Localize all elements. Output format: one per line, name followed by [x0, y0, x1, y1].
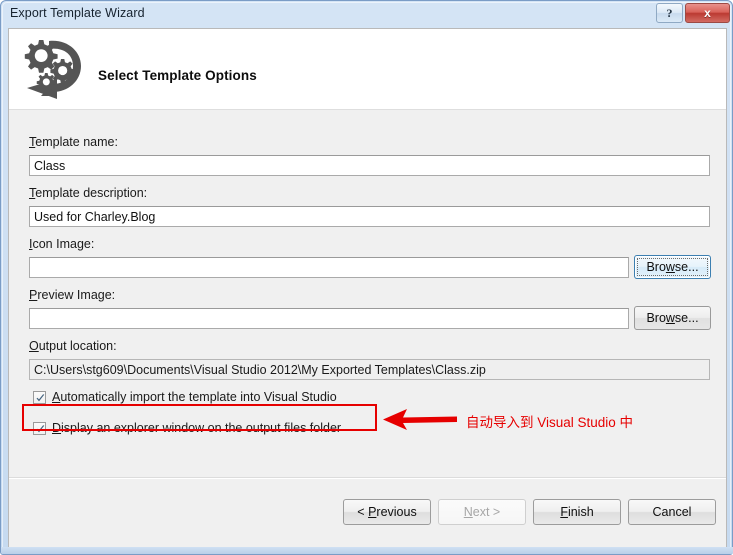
auto-import-checkbox[interactable] [33, 390, 46, 404]
template-name-input[interactable] [29, 155, 710, 176]
help-button[interactable]: ? [656, 3, 683, 23]
window-bottom-edge [1, 547, 733, 554]
auto-import-checkbox-label: Automatically import the template into V… [52, 390, 337, 404]
cancel-button[interactable]: Cancel [628, 499, 716, 525]
export-gears-icon [15, 33, 93, 103]
display-explorer-checkbox-label: Display an explorer window on the output… [52, 421, 342, 435]
display-explorer-checkbox-row[interactable]: Display an explorer window on the output… [33, 421, 341, 435]
caption-button-group: ? x [656, 3, 730, 23]
output-location-input[interactable] [29, 359, 710, 380]
window-title: Export Template Wizard [10, 6, 145, 20]
icon-image-browse-button[interactable]: Browse... [634, 255, 711, 279]
wizard-header: Select Template Options [9, 29, 726, 110]
checkmark-icon [36, 424, 45, 432]
preview-image-label: Preview Image: [29, 288, 116, 302]
preview-image-input[interactable] [29, 308, 629, 329]
icon-image-input[interactable] [29, 257, 629, 278]
next-button: Next > [438, 499, 526, 525]
page-title: Select Template Options [98, 68, 257, 83]
template-name-label: Template name: [29, 135, 118, 149]
template-description-label: Template description: [29, 186, 148, 200]
export-template-wizard-window: Export Template Wizard ? x Select Templa… [0, 0, 733, 555]
template-description-input[interactable] [29, 206, 710, 227]
previous-button[interactable]: < Previous [343, 499, 431, 525]
checkmark-icon [36, 393, 45, 401]
finish-button[interactable]: Finish [533, 499, 621, 525]
dialog-client-area: Select Template Options Template name: T… [8, 28, 727, 549]
display-explorer-checkbox[interactable] [33, 421, 46, 435]
close-button[interactable]: x [685, 3, 730, 23]
title-bar: Export Template Wizard ? x [1, 1, 733, 28]
auto-import-checkbox-row[interactable]: Automatically import the template into V… [33, 390, 337, 404]
preview-image-browse-button[interactable]: Browse... [634, 306, 711, 330]
wizard-footer: < Previous Next > Finish Cancel [9, 477, 726, 549]
icon-image-label: Icon Image: [29, 237, 95, 251]
output-location-label: Output location: [29, 339, 117, 353]
annotation-text: 自动导入到 Visual Studio 中 [466, 415, 634, 430]
